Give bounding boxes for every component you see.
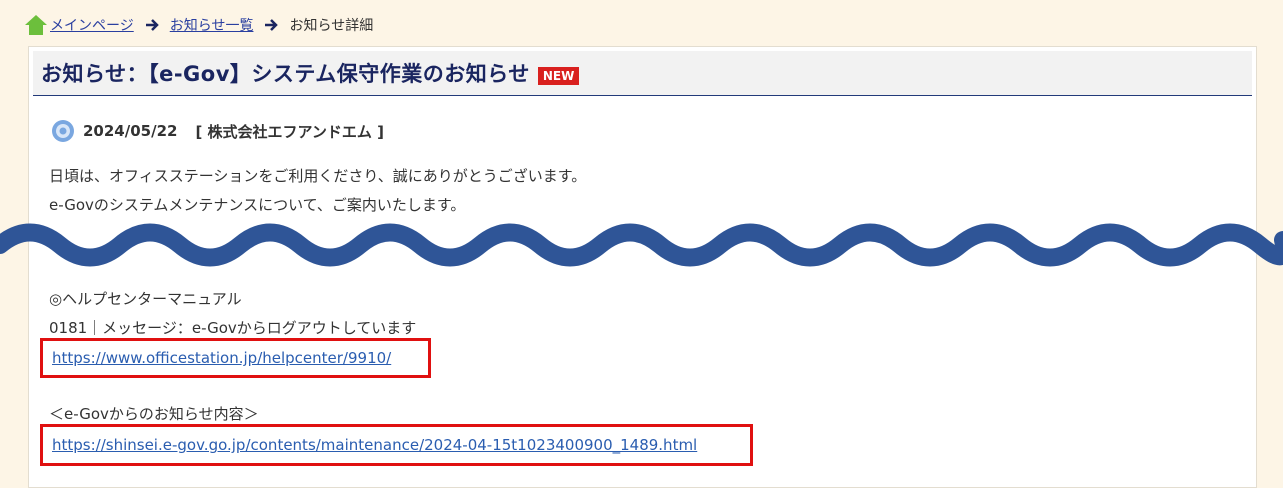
home-icon[interactable] xyxy=(24,13,48,37)
breadcrumb-current: お知らせ詳細 xyxy=(289,18,374,34)
egov-maintenance-link[interactable]: https://shinsei.e-gov.go.jp/contents/mai… xyxy=(52,436,697,454)
gear-icon xyxy=(52,120,74,142)
help-link-highlight: https://www.officestation.jp/helpcenter/… xyxy=(40,338,431,378)
help-heading: ◎ヘルプセンターマニュアル xyxy=(49,290,242,308)
breadcrumb-home-link[interactable]: メインページ xyxy=(50,15,134,35)
arrow-right-icon xyxy=(265,19,279,31)
page-title: お知らせ：【e-Gov】システム保守作業のお知らせ xyxy=(41,62,530,86)
notice-company: [ 株式会社エフアンドエム ] xyxy=(195,122,385,141)
new-badge: NEW xyxy=(537,67,580,85)
help-item: 0181｜メッセージ：e-Govからログアウトしています xyxy=(49,319,417,337)
breadcrumb-list-link[interactable]: お知らせ一覧 xyxy=(170,15,254,35)
title-bar: お知らせ：【e-Gov】システム保守作業のお知らせ NEW xyxy=(33,51,1252,96)
breadcrumb: メインページ お知らせ一覧 お知らせ詳細 xyxy=(24,12,373,38)
notice-date: 2024/05/22 xyxy=(83,122,178,140)
body-line-1: 日頃は、オフィスステーションをご利用くださり、誠にありがとうございます。 xyxy=(49,167,587,185)
help-center-link[interactable]: https://www.officestation.jp/helpcenter/… xyxy=(52,349,391,367)
egov-heading: ＜e-Govからのお知らせ内容＞ xyxy=(49,405,259,423)
egov-link-highlight: https://shinsei.e-gov.go.jp/contents/mai… xyxy=(40,424,753,466)
wave-separator xyxy=(0,223,1283,267)
arrow-right-icon xyxy=(145,19,159,31)
notice-meta: 2024/05/22 [ 株式会社エフアンドエム ] xyxy=(51,119,384,143)
